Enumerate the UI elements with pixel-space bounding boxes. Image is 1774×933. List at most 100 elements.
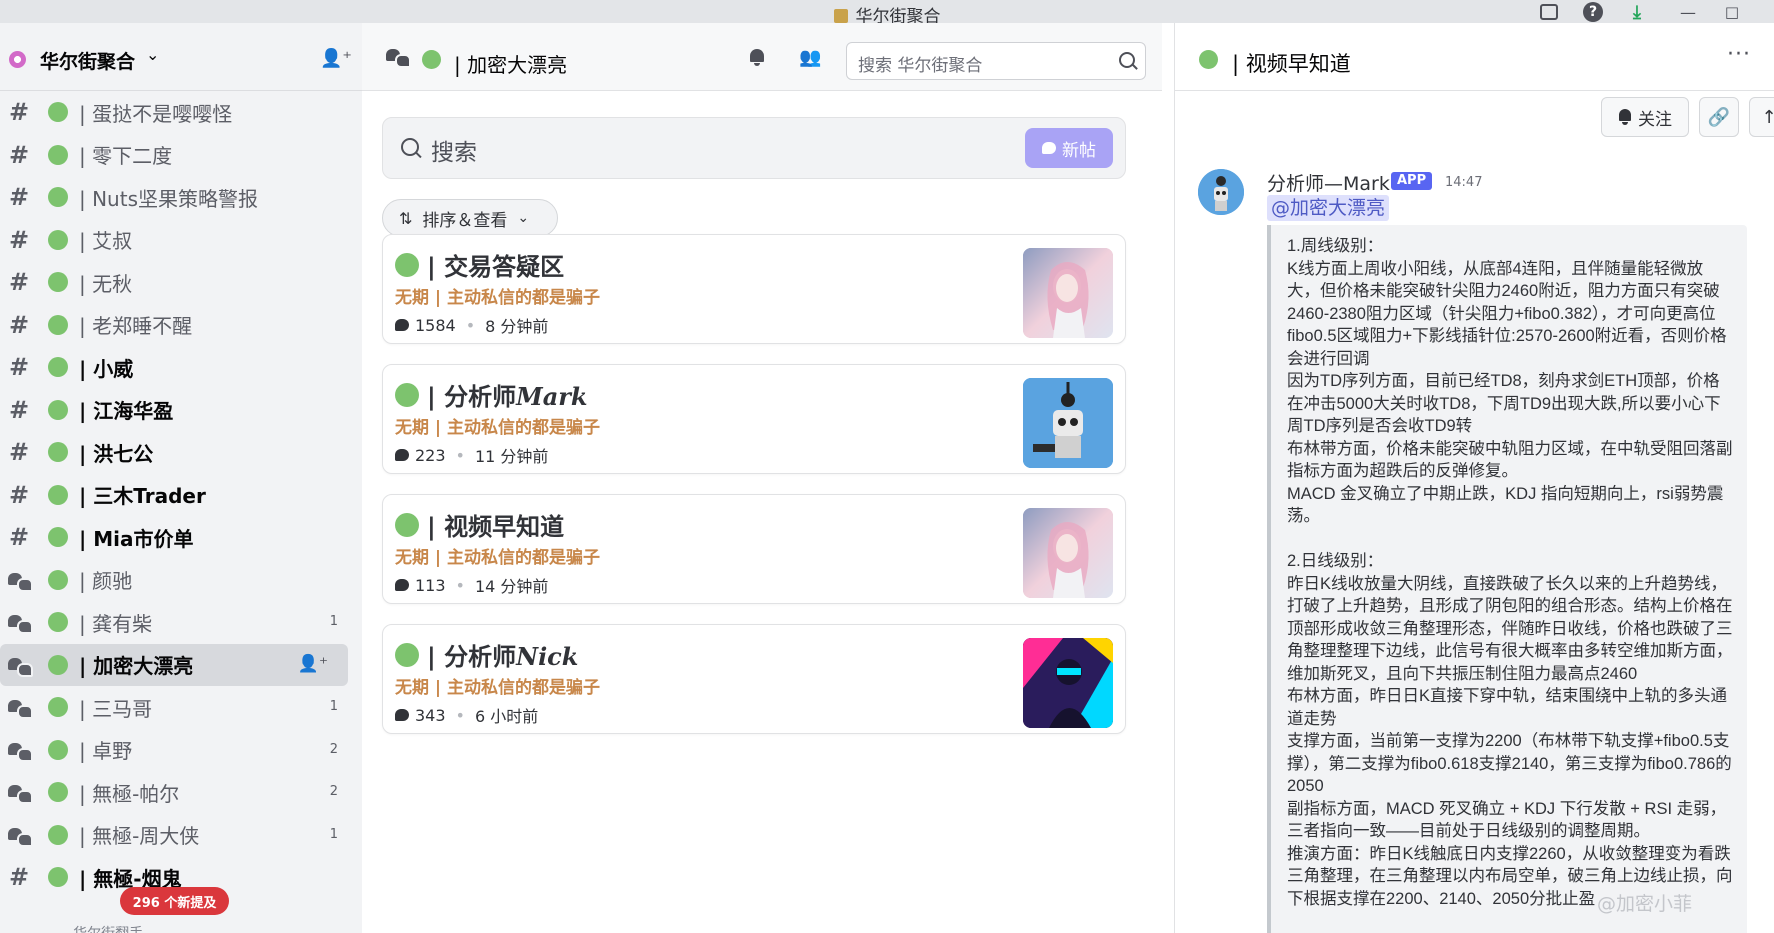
post-thumbnail[interactable]: [1023, 378, 1113, 468]
status-dot: [48, 654, 68, 675]
hash-icon: #: [8, 98, 30, 127]
status-dot: [48, 229, 68, 250]
download-icon[interactable]: ⤓: [1627, 2, 1647, 23]
post-tag: 无期 | 主动私信的都是骗子: [395, 288, 601, 308]
forum-header: | 加密大漂亮 👥 搜索 华尔街聚合: [362, 23, 1162, 91]
channel-name: | 無極-周大侠: [79, 824, 200, 849]
forum-icon: [6, 611, 33, 635]
search-icon: [401, 138, 419, 156]
embed-paragraph: 副指标方面，MACD 死叉确立 + KDJ 下行发散 + RSI 走弱，三者指向…: [1287, 799, 1727, 841]
sidebar-channel-item[interactable]: # | Nuts坚果策略警报: [0, 176, 362, 219]
forum-icon: [6, 569, 33, 592]
bell-icon[interactable]: [748, 47, 766, 67]
arrow-up-icon[interactable]: ↑: [1749, 97, 1774, 137]
chevron-down-icon[interactable]: ⌄: [146, 45, 159, 64]
post-time: 8 分钟前: [485, 317, 549, 336]
post-title[interactable]: | 分析师Nick: [427, 637, 578, 672]
sidebar-channel-item[interactable]: # | 小威: [0, 346, 362, 389]
comment-icon: [395, 449, 409, 461]
post-thumbnail[interactable]: [1023, 508, 1113, 598]
hash-icon: #: [8, 523, 30, 552]
forum-search-box[interactable]: 搜索 新帖: [382, 117, 1126, 179]
forum-icon: [6, 654, 33, 677]
sidebar-channel-item[interactable]: | 無極-帕尔 2: [0, 771, 362, 814]
members-icon[interactable]: 👥: [799, 47, 821, 68]
sidebar-channel-item[interactable]: # | 零下二度: [0, 134, 362, 177]
hash-icon: #: [8, 140, 30, 169]
post-title[interactable]: | 视频早知道: [427, 507, 564, 542]
post-title-text: | 交易答疑区: [427, 253, 565, 281]
post-thumbnail[interactable]: [1023, 638, 1113, 728]
post-title[interactable]: | 分析师Mark: [427, 377, 588, 412]
hash-icon: #: [8, 480, 30, 509]
new-mentions-badge[interactable]: 296 个新提及: [120, 887, 229, 915]
post-time: 6 小时前: [474, 707, 539, 726]
sidebar-channel-item[interactable]: # | 无秋: [0, 261, 362, 304]
sort-view-button[interactable]: ⇅ 排序＆查看 ⌄: [382, 199, 558, 237]
sidebar-channel-item[interactable]: # | 江海华盈: [0, 389, 362, 432]
channel-name: | 小威: [79, 356, 134, 381]
sidebar-channel-item[interactable]: | 卓野 2: [0, 729, 362, 772]
sidebar-channel-item[interactable]: # | 蛋挞不是嘤嘤怪: [0, 91, 362, 134]
status-dot: [48, 187, 68, 208]
avatar[interactable]: [1198, 169, 1244, 215]
post-title[interactable]: | 交易答疑区: [427, 247, 564, 282]
embed-paragraph: MACD 金叉确立了中期止跌，KDJ 指向短期向上，rsi弱势震荡。: [1287, 484, 1724, 526]
post-thumbnail[interactable]: [1023, 248, 1113, 338]
category-header[interactable]: ------------ 华尔街翻手 ------------: [8, 923, 208, 933]
channel-name: | Mia市价单: [79, 526, 194, 551]
sidebar-channel-item[interactable]: # | 老郑睡不醒: [0, 304, 362, 347]
channel-name: | 蛋挞不是嘤嘤怪: [79, 101, 233, 126]
sidebar-channel-item[interactable]: # | 三木Trader: [0, 474, 362, 517]
status-dot: [395, 383, 419, 407]
meta-separator: •: [455, 575, 465, 595]
more-icon[interactable]: ···: [1727, 42, 1751, 67]
forum-post-card[interactable]: | 视频早知道 无期 | 主动私信的都是骗子 113 • 14 分钟前: [382, 494, 1126, 604]
server-header[interactable]: 华尔街聚合 ⌄ 👤⁺: [0, 23, 362, 91]
message-author[interactable]: 分析师—Mark: [1267, 169, 1390, 196]
channel-name: | 三马哥: [79, 696, 153, 721]
new-post-button[interactable]: 新帖: [1025, 128, 1113, 168]
hash-icon: #: [8, 353, 30, 382]
sidebar-channel-item[interactable]: # | 艾叔: [0, 219, 362, 262]
user-mention[interactable]: @加密大漂亮: [1267, 195, 1390, 221]
status-dot: [48, 357, 68, 378]
sidebar-channel-item[interactable]: | 颜驰: [0, 559, 362, 602]
embed-body: 1.周线级别： K线方面上周收小阳线，从底部4连阳，且伴随量能轻微放大，但价格未能…: [1287, 235, 1735, 910]
forum-post-card[interactable]: | 分析师Nick 无期 | 主动私信的都是骗子 343 • 6 小时前: [382, 624, 1126, 734]
channel-name: | 颜驰: [79, 569, 133, 594]
sidebar-channel-item[interactable]: # | 洪七公: [0, 431, 362, 474]
add-member-icon[interactable]: 👤⁺: [320, 48, 352, 69]
follow-button[interactable]: 关注: [1601, 97, 1689, 137]
forum-post-card[interactable]: | 分析师Mark 无期 | 主动私信的都是骗子 223 • 11 分钟前: [382, 364, 1126, 474]
minimize-button[interactable]: —: [1678, 2, 1698, 22]
chevron-down-icon: ⌄: [517, 210, 530, 226]
sidebar-channel-item[interactable]: | 龚有柴 1: [0, 601, 362, 644]
channel-name: | 龚有柴: [79, 611, 153, 636]
link-icon[interactable]: 🔗: [1699, 97, 1739, 137]
forum-post-card[interactable]: | 交易答疑区 无期 | 主动私信的都是骗子 1584 • 8 分钟前: [382, 234, 1126, 344]
forum-icon: [6, 696, 33, 720]
post-title-text: | 视频早知道: [427, 513, 565, 541]
post-tag: 无期 | 主动私信的都是骗子: [395, 548, 601, 568]
sidebar-channel-item[interactable]: # | Mia市价单: [0, 516, 362, 559]
sidebar-channel-item[interactable]: | 加密大漂亮 👤⁺: [0, 643, 348, 686]
sidebar-channel-item[interactable]: | 三马哥 1: [0, 686, 362, 729]
sidebar-channel-item[interactable]: | 無極-周大侠 1: [0, 814, 362, 857]
post-title-text: | 分析师: [427, 643, 517, 671]
channel-name: | 卓野: [79, 739, 133, 764]
server-search-input[interactable]: 搜索 华尔街聚合: [846, 42, 1146, 80]
inbox-icon[interactable]: [1540, 4, 1558, 20]
embed-paragraph: 布林方面，昨日日K直接下穿中轨，结束围绕中上轨的多头通道走势: [1287, 687, 1728, 728]
maximize-button[interactable]: □: [1722, 2, 1742, 22]
comment-count: 113: [415, 575, 446, 595]
channel-name: | 无秋: [79, 271, 133, 296]
channel-name: | 三木Trader: [79, 484, 206, 509]
search-placeholder: 搜索 华尔街聚合: [858, 56, 983, 76]
search-icon: [1119, 52, 1135, 68]
server-name[interactable]: 华尔街聚合: [40, 47, 135, 74]
add-member-icon[interactable]: 👤⁺: [298, 654, 328, 674]
meta-separator: •: [455, 445, 465, 465]
thread-header: | 视频早知道 ···: [1175, 23, 1774, 91]
help-icon[interactable]: ?: [1583, 2, 1603, 22]
